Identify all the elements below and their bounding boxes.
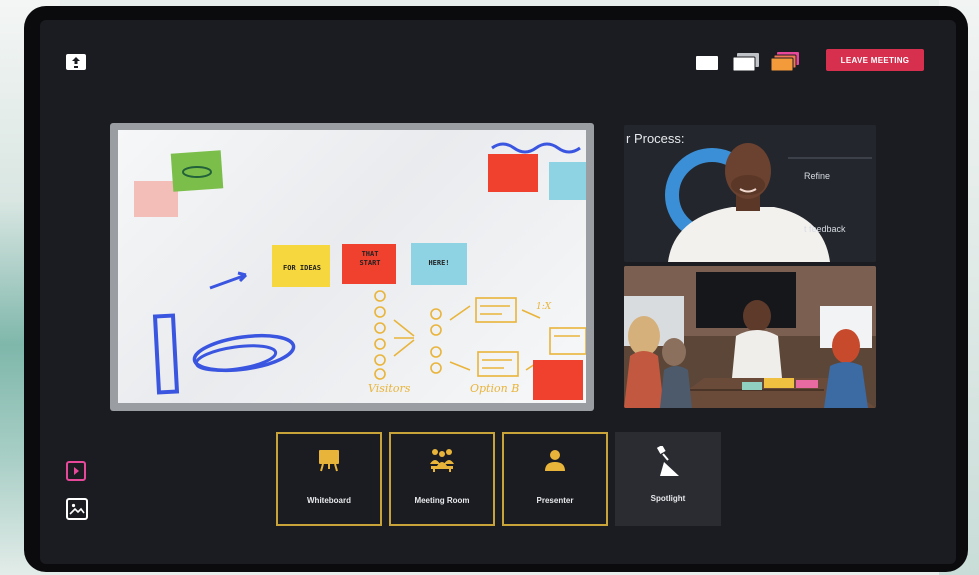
image-icon[interactable] [66, 498, 88, 520]
label-1x: 1:X [536, 302, 552, 312]
whiteboard-view: FOR IDEAS THAT START HERE! Visitors Opti… [110, 123, 594, 411]
play-icon[interactable] [66, 461, 86, 481]
tile-spotlight-label: Spotlight [650, 494, 686, 503]
meeting-room-icon [427, 448, 457, 477]
whiteboard-icon [317, 448, 341, 477]
note-start: START [359, 259, 381, 267]
tile-spotlight[interactable]: Spotlight [615, 432, 721, 526]
note-here: HERE! [428, 259, 450, 267]
label-option-b: Option B [470, 382, 520, 395]
screen-share-icon[interactable] [66, 54, 86, 70]
note-for-ideas: FOR IDEAS [283, 264, 321, 272]
label-visitors: Visitors [368, 382, 411, 395]
meeting-screen: LEAVE MEETING FOR IDEAS THAT START HERE!… [40, 20, 956, 564]
tile-presenter[interactable]: Presenter [502, 432, 608, 526]
slide-title: r Process: [626, 131, 685, 146]
meeting-room-video [624, 266, 876, 408]
single-layout-icon[interactable] [696, 56, 718, 70]
presenter-video: r Process: Refine t feedback [624, 125, 876, 262]
tile-meeting-room[interactable]: Meeting Room [389, 432, 495, 526]
multi-layout-icon[interactable] [770, 52, 799, 72]
note-that-start: THAT START [344, 250, 396, 268]
stacked-layout-icon[interactable] [732, 53, 759, 72]
tile-presenter-label: Presenter [536, 496, 574, 505]
slide-refine: Refine [804, 171, 831, 181]
presenter-icon [543, 448, 567, 477]
spotlight-icon [654, 444, 682, 483]
tile-whiteboard[interactable]: Whiteboard [276, 432, 382, 526]
tile-whiteboard-label: Whiteboard [307, 496, 351, 505]
note-that: THAT [361, 250, 379, 258]
leave-meeting-button[interactable]: LEAVE MEETING [826, 49, 924, 71]
tile-meeting-room-label: Meeting Room [414, 496, 470, 505]
whiteboard-surface: FOR IDEAS THAT START HERE! Visitors Opti… [118, 130, 586, 403]
slide-feedback: t feedback [804, 224, 846, 234]
